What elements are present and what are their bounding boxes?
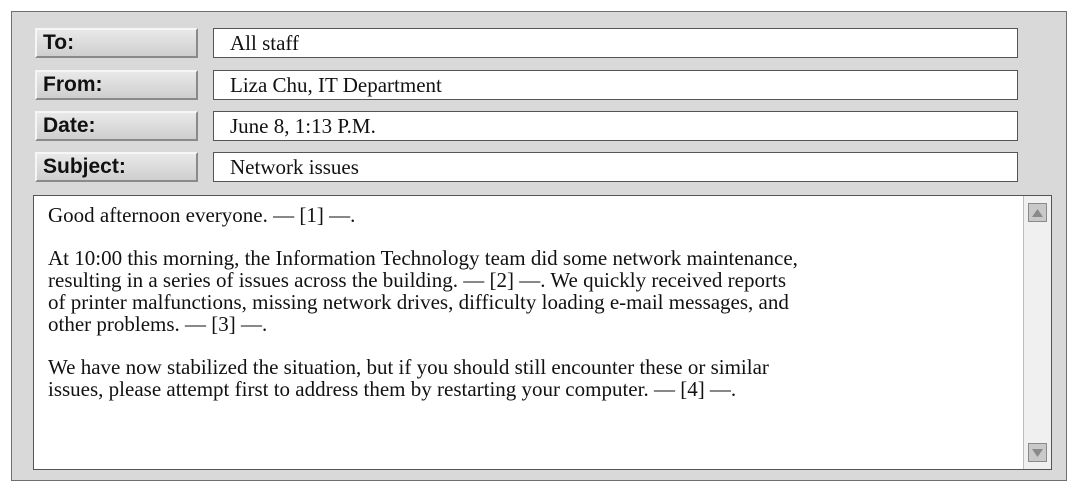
body-paragraph-2: At 10:00 this morning, the Information T… — [48, 246, 798, 336]
date-field[interactable]: June 8, 1:13 P.M. — [213, 111, 1018, 141]
to-row: To: All staff — [35, 28, 1045, 60]
subject-label: Subject: — [35, 152, 198, 182]
subject-row: Subject: Network issues — [35, 152, 1045, 184]
message-text: Good afternoon everyone. — [1] —. At 10:… — [48, 204, 1018, 421]
date-row: Date: June 8, 1:13 P.M. — [35, 111, 1045, 143]
date-label: Date: — [35, 111, 198, 141]
to-field[interactable]: All staff — [213, 28, 1018, 58]
message-body[interactable]: Good afternoon everyone. — [1] —. At 10:… — [33, 195, 1052, 470]
vertical-scrollbar[interactable] — [1023, 196, 1051, 469]
scroll-up-button[interactable] — [1028, 203, 1047, 222]
from-label: From: — [35, 70, 198, 100]
from-row: From: Liza Chu, IT Department — [35, 70, 1045, 102]
to-label: To: — [35, 28, 198, 58]
subject-field[interactable]: Network issues — [213, 152, 1018, 182]
scroll-down-button[interactable] — [1028, 443, 1047, 462]
email-window: To: All staff From: Liza Chu, IT Departm… — [11, 11, 1067, 481]
body-paragraph-1: Good afternoon everyone. — [1] —. — [48, 203, 356, 227]
from-field[interactable]: Liza Chu, IT Department — [213, 70, 1018, 100]
triangle-up-icon — [1032, 208, 1043, 217]
triangle-down-icon — [1032, 448, 1043, 457]
body-paragraph-3: We have now stabilized the situation, bu… — [48, 355, 769, 401]
